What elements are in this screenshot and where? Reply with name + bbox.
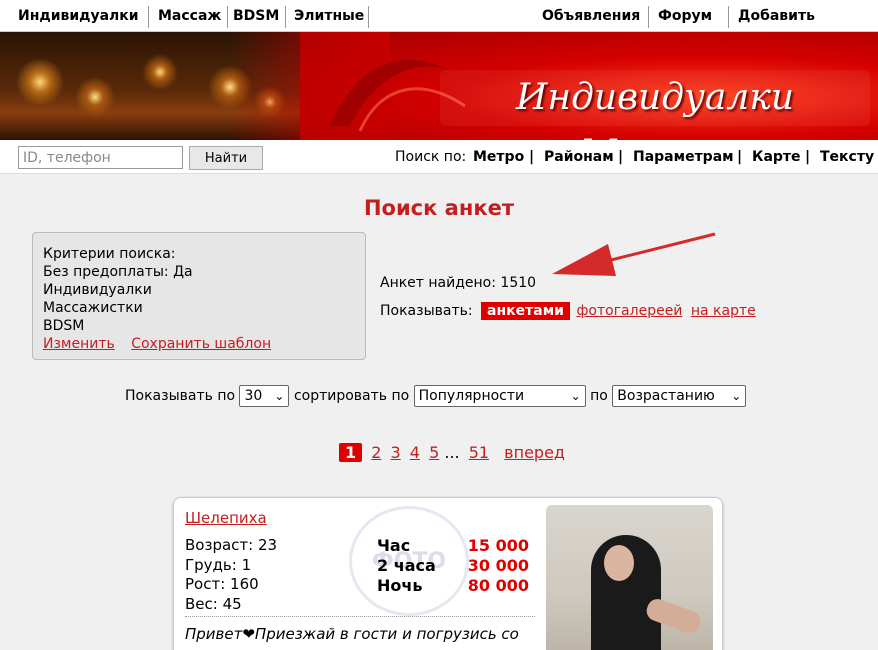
profile-weight: Вес: 45 <box>185 594 242 613</box>
price-value: 15 000 <box>467 536 529 555</box>
top-navigation: Индивидуалки Массаж BDSM Элитные Объявле… <box>0 0 878 56</box>
next-page-link[interactable]: вперед <box>504 443 565 462</box>
price-value: 80 000 <box>467 576 529 595</box>
page-link[interactable]: 2 <box>371 443 381 462</box>
search-by-districts[interactable]: Районам <box>544 140 614 174</box>
price-row: 2 часа 30 000 <box>377 556 529 576</box>
nav-elite[interactable]: Элитные <box>288 0 370 32</box>
criteria-line: Массажистки <box>43 300 143 316</box>
view-as-profiles[interactable]: анкетами <box>481 302 570 320</box>
nav-individuals[interactable]: Индивидуалки <box>12 0 145 32</box>
price-row: Ночь 80 000 <box>377 576 529 596</box>
profile-prices: Час 15 000 2 часа 30 000 Ночь 80 000 <box>377 536 529 596</box>
page-link-last[interactable]: 51 <box>469 443 489 462</box>
criteria-line: BDSM <box>43 318 85 334</box>
profile-photo[interactable] <box>546 505 713 650</box>
sort-select[interactable]: Популярности ⌄ <box>413 385 586 407</box>
nav-add-profile[interactable]: Добавить анкету <box>732 0 878 56</box>
view-on-map-link[interactable]: на карте <box>691 303 756 319</box>
results-count: Анкет найдено: 1510 <box>380 275 537 291</box>
nav-forum[interactable]: Форум <box>652 0 718 32</box>
view-as-gallery-link[interactable]: фотогалереей <box>576 303 682 319</box>
profile-stats: Возраст: 23 Грудь: 1 Рост: 160 Вес: 45 <box>185 536 277 614</box>
find-button[interactable]: Найти <box>189 146 263 170</box>
chevron-down-icon: ⌄ <box>274 389 285 403</box>
search-by-separator: | <box>529 149 535 165</box>
page-title: Поиск анкет <box>363 196 515 220</box>
search-by-metro[interactable]: Метро <box>473 140 524 174</box>
criteria-line: Без предоплаты: Да <box>43 264 193 280</box>
banner-title: Индивидуалки Москвы <box>440 70 870 140</box>
sort-label: сортировать по <box>293 388 410 404</box>
page-current: 1 <box>339 443 363 462</box>
profile-bust: Грудь: 1 <box>185 555 252 574</box>
page-link[interactable]: 3 <box>391 443 401 462</box>
nav-bdsm[interactable]: BDSM <box>227 0 285 32</box>
order-value: Возрастанию <box>617 388 715 404</box>
search-by-separator: | <box>618 149 624 165</box>
nav-separator <box>285 6 286 28</box>
pagination: 1 2 3 4 5 ... 51 вперед <box>339 443 565 462</box>
criteria-heading: Критерии поиска: <box>43 246 176 262</box>
price-row: Час 15 000 <box>377 536 529 556</box>
per-page-select[interactable]: 30 ⌄ <box>239 385 290 407</box>
search-by-parameters[interactable]: Параметрам <box>633 140 734 174</box>
page-link[interactable]: 4 <box>410 443 420 462</box>
site-banner[interactable]: Индивидуалки Москвы <box>0 32 878 140</box>
per-page-label: Показывать по <box>125 388 236 404</box>
page-ellipsis: ... <box>444 443 460 462</box>
search-by-label: Поиск по: <box>395 149 467 165</box>
nav-separator <box>148 6 149 28</box>
price-value: 30 000 <box>467 556 529 575</box>
search-by-map[interactable]: Карте <box>752 140 801 174</box>
search-by-separator: | <box>737 149 743 165</box>
search-criteria-box: Критерии поиска: Без предоплаты: Да Инди… <box>32 232 366 360</box>
search-by-separator: | <box>805 149 811 165</box>
chevron-down-icon: ⌄ <box>731 389 742 403</box>
nav-ads[interactable]: Объявления <box>536 0 646 32</box>
annotation-arrow-icon <box>552 232 716 276</box>
price-label: 2 часа <box>377 556 436 575</box>
profile-card[interactable]: Шелепиха Возраст: 23 Грудь: 1 Рост: 160 … <box>173 497 723 650</box>
profile-height: Рост: 160 <box>185 575 259 593</box>
order-select[interactable]: Возрастанию ⌄ <box>612 385 747 407</box>
search-input[interactable] <box>18 146 183 169</box>
per-page-value: 30 <box>244 388 263 404</box>
view-mode-label: Показывать: <box>380 303 473 319</box>
nav-separator <box>728 6 729 28</box>
profile-age: Возраст: 23 <box>185 536 278 554</box>
profile-description: Привет❤Приезжай в гости и погрузись со <box>185 616 535 643</box>
photo-face <box>604 545 634 581</box>
sort-value: Популярности <box>418 388 525 404</box>
search-bar: Найти Поиск по: Метро | Районам | Параме… <box>0 140 878 174</box>
criteria-links: Изменить Сохранить шаблон <box>43 335 355 353</box>
search-by-text[interactable]: Тексту <box>820 140 874 174</box>
nav-separator <box>648 6 649 28</box>
edit-criteria-link[interactable]: Изменить <box>43 336 115 352</box>
save-template-link[interactable]: Сохранить шаблон <box>131 336 271 352</box>
page-link[interactable]: 5 <box>429 443 439 462</box>
list-controls: Показывать по 30 ⌄ сортировать по Популяр… <box>125 385 747 407</box>
order-label: по <box>590 388 608 404</box>
price-label: Ночь <box>377 576 423 595</box>
criteria-line: Индивидуалки <box>43 282 152 298</box>
nav-separator <box>368 6 369 28</box>
profile-location-link[interactable]: Шелепиха <box>185 509 267 527</box>
nav-massage[interactable]: Массаж <box>152 0 227 32</box>
chevron-down-icon: ⌄ <box>570 389 581 403</box>
price-label: Час <box>377 536 411 555</box>
view-mode-row: Показывать: анкетами фотогалереей на кар… <box>380 302 756 320</box>
